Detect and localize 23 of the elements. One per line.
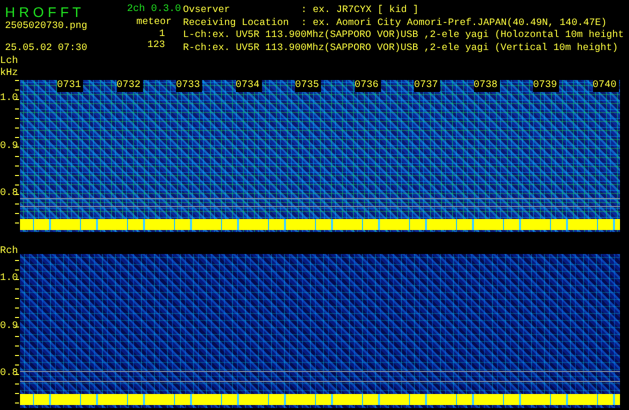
axis-tick-label: 0.8 [0,188,18,200]
axis-tick-label: 1.0 [0,93,18,105]
axis-tick-label: 0.9 [0,140,18,152]
date-time: 25.05.02 07:30 [5,42,88,54]
info-line: R-ch:ex. UV5R 113.900Mhz(SAPPORO VOR)USB ,2-ele yagi (Vertical 10m height) [183,42,618,54]
file-name: 2505020730.png [5,20,88,32]
info-label: Receiving Location [183,16,290,29]
channel-label: Rch [0,246,20,258]
info-label: Ovserver [183,4,232,16]
axis-tick-label: 1.0 [0,273,18,285]
axis-tick-label: 0.8 [0,368,18,380]
meteor-count: 123 [147,39,165,50]
info-value: : ex. Aomori City Aomori-Pref.JAPAN(40.49N, 140.47E) [301,16,607,29]
axis-tick-label: 0.9 [0,320,18,332]
version-label: 2ch 0.3.0 [126,4,181,16]
app-title: H R O F F T [5,4,82,20]
channel-label: Lch [0,56,20,68]
unit-label: kHz [0,68,20,80]
info-value: : ex. JR7CYX [ kid ] [301,4,419,16]
meteor-label: meteor [136,16,172,28]
info-line: L-ch:ex. UV5R 113.900Mhz(SAPPORO VOR)USB ,2-ele yagi (Holozontal 10m height [183,29,624,42]
time-label: 0740 [592,80,620,92]
meteor-count: 1 [159,28,165,39]
